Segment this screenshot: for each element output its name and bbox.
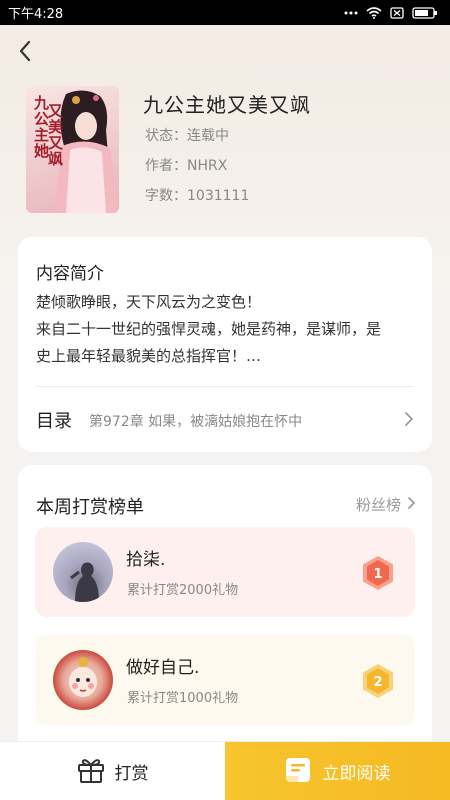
battery-icon	[412, 6, 438, 19]
intro-card: 内容简介 楚倾歌睁眼，天下风云为之变色！ 来自二十一世纪的强悍灵魂，她是药神，是…	[18, 237, 432, 452]
rank-number: 2	[373, 675, 382, 690]
avatar[interactable]	[53, 542, 113, 602]
toc-row[interactable]: 目录 第972章 如果，被漓姑娘抱在怀中	[18, 387, 432, 451]
chevron-right-icon	[404, 411, 414, 431]
latest-chapter: 第972章 如果，被漓姑娘抱在怀中	[89, 414, 303, 430]
svg-text:飒: 飒	[48, 150, 63, 168]
tip-label: 打赏	[114, 764, 149, 784]
rank-badge: 2	[361, 663, 395, 703]
ranking-title: 本周打赏榜单	[36, 497, 144, 518]
ranking-item[interactable]: 做好自己. 累计打赏1000礼物 2	[35, 635, 415, 725]
intro-heading: 内容简介	[36, 264, 104, 284]
svg-text:她: 她	[34, 142, 49, 160]
read-now-label: 立即阅读	[322, 764, 391, 784]
signal-dots-icon	[344, 9, 358, 17]
ranking-card: 本周打赏榜单 粉丝榜 拾柒. 累计打赏2000礼物 1 做好自己. 累计打赏10…	[18, 465, 432, 755]
sim-icon	[390, 6, 404, 19]
toc-label: 目录	[36, 411, 72, 432]
chevron-right-icon	[407, 496, 416, 514]
intro-text[interactable]: 楚倾歌睁眼，天下风云为之变色！ 来自二十一世纪的强悍灵魂，她是药神，是谋师，是 …	[36, 289, 418, 370]
fans-link-label: 粉丝榜	[355, 496, 401, 514]
avatar-image	[70, 562, 99, 602]
fan-gift-count: 累计打赏1000礼物	[127, 691, 239, 706]
status-bar: 下午4:28	[0, 0, 450, 25]
book-status: 状态：连载中	[145, 128, 229, 144]
back-button[interactable]	[12, 38, 38, 68]
book-cover[interactable]: 九 公 又 主 美 她 又 飒	[26, 86, 119, 213]
fan-gift-count: 累计打赏2000礼物	[127, 583, 239, 598]
fan-name: 做好自己.	[126, 658, 200, 678]
fan-name: 拾柒.	[126, 550, 166, 570]
fans-ranking-link[interactable]: 粉丝榜	[356, 494, 416, 515]
book-author: 作者：NHRX	[145, 158, 228, 174]
book-open-icon	[285, 757, 311, 787]
read-now-button[interactable]: 立即阅读	[225, 742, 450, 800]
book-word-count: 字数：1031111	[145, 188, 250, 204]
status-icons	[344, 6, 438, 19]
intro-line: 来自二十一世纪的强悍灵魂，她是药神，是谋师，是	[36, 320, 382, 338]
tip-button[interactable]: 打赏	[0, 742, 225, 800]
rank-badge: 1	[361, 555, 395, 595]
gift-icon	[77, 757, 105, 787]
rank-number: 1	[373, 567, 382, 582]
intro-line: 史上最年轻最貌美的总指挥官！…	[36, 347, 262, 365]
avatar-image	[69, 657, 97, 697]
chevron-left-icon	[18, 40, 32, 66]
intro-line: 楚倾歌睁眼，天下风云为之变色！	[36, 293, 262, 311]
avatar[interactable]	[53, 650, 113, 710]
status-time: 下午4:28	[8, 7, 64, 22]
book-title: 九公主她又美又飒	[143, 93, 311, 117]
ranking-item[interactable]: 拾柒. 累计打赏2000礼物 1	[35, 527, 415, 617]
bottom-action-bar: 打赏 立即阅读	[0, 741, 450, 800]
cover-illustration: 九 公 又 主 美 她 又 飒	[33, 90, 119, 213]
wifi-icon	[366, 6, 382, 19]
